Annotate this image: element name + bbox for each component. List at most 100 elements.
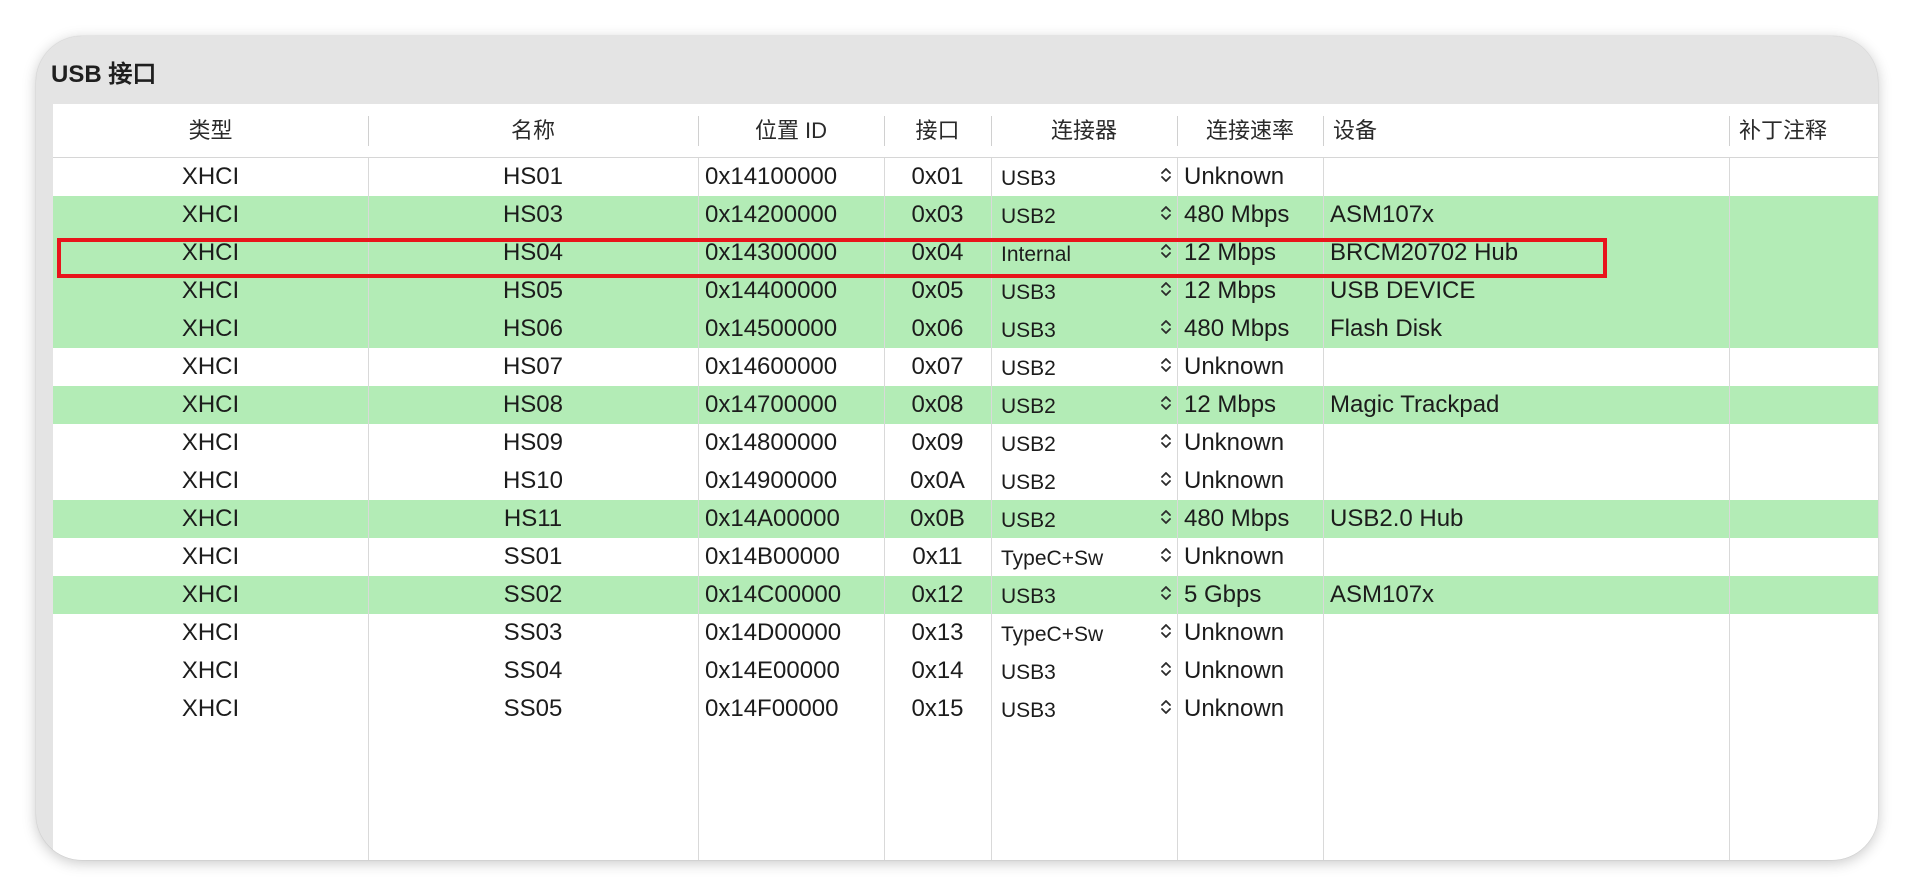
cell-name: HS01 xyxy=(502,163,564,190)
cell-location-id: 0x14500000 xyxy=(705,315,838,342)
cell-port: 0x14 xyxy=(911,657,964,684)
column-separator[interactable] xyxy=(1729,116,1730,146)
table-row[interactable]: XHCI HS07 0x14600000 0x07 USB2 Unknown xyxy=(53,348,1878,386)
connector-stepper-icon[interactable] xyxy=(1156,424,1176,462)
cell-location-id: 0x14D00000 xyxy=(705,619,842,646)
table-header: 类型 名称 位置 ID 接口 连接器 连接速率 设备 补丁注释 xyxy=(53,104,1878,158)
cell-connector[interactable]: USB2 xyxy=(991,424,1163,462)
connector-stepper-icon[interactable] xyxy=(1156,158,1176,196)
table-row[interactable]: XHCI HS09 0x14800000 0x09 USB2 Unknown xyxy=(53,424,1878,462)
cell-connector[interactable]: USB3 xyxy=(991,310,1163,348)
cell-comment[interactable] xyxy=(1729,310,1878,348)
cell-location-id: 0x14200000 xyxy=(705,201,838,228)
cell-type: XHCI xyxy=(181,543,240,570)
connector-stepper-icon[interactable] xyxy=(1156,386,1176,424)
connector-stepper-icon[interactable] xyxy=(1156,690,1176,728)
table-row[interactable]: XHCI SS02 0x14C00000 0x12 USB3 5 Gbps ASM107x xyxy=(53,576,1878,614)
cell-device: Magic Trackpad xyxy=(1330,391,1500,418)
cell-speed: 12 Mbps xyxy=(1184,391,1277,418)
table-row[interactable]: XHCI HS06 0x14500000 0x06 USB3 480 Mbps Flash … xyxy=(53,310,1878,348)
column-header-location-id[interactable]: 位置 ID xyxy=(698,104,884,157)
cell-comment[interactable] xyxy=(1729,652,1878,690)
cell-comment[interactable] xyxy=(1729,272,1878,310)
table-row[interactable]: XHCI HS10 0x14900000 0x0A USB2 Unknown xyxy=(53,462,1878,500)
connector-stepper-icon[interactable] xyxy=(1156,614,1176,652)
column-separator[interactable] xyxy=(1323,116,1324,146)
connector-stepper-icon[interactable] xyxy=(1156,462,1176,500)
cell-comment[interactable] xyxy=(1729,462,1878,500)
connector-stepper-icon[interactable] xyxy=(1156,538,1176,576)
cell-port: 0x08 xyxy=(911,391,964,418)
cell-speed: Unknown xyxy=(1184,429,1285,456)
usb-ports-table[interactable]: 类型 名称 位置 ID 接口 连接器 连接速率 设备 补丁注释 XHCI HS01 0x14100… xyxy=(53,104,1878,860)
cell-type: XHCI xyxy=(181,315,240,342)
connector-stepper-icon[interactable] xyxy=(1156,652,1176,690)
cell-connector[interactable]: TypeC+Sw xyxy=(991,614,1163,652)
table-row[interactable]: XHCI HS01 0x14100000 0x01 USB3 Unknown xyxy=(53,158,1878,196)
cell-speed: Unknown xyxy=(1184,163,1285,190)
cell-device xyxy=(1323,462,1729,500)
cell-name: SS04 xyxy=(503,657,563,684)
column-header-speed[interactable]: 连接速率 xyxy=(1177,104,1323,157)
column-separator[interactable] xyxy=(991,116,992,146)
cell-location-id: 0x14900000 xyxy=(705,467,838,494)
cell-comment[interactable] xyxy=(1729,234,1878,272)
cell-port: 0x03 xyxy=(911,201,964,228)
table-row[interactable]: XHCI SS04 0x14E00000 0x14 USB3 Unknown xyxy=(53,652,1878,690)
cell-comment[interactable] xyxy=(1729,348,1878,386)
cell-location-id: 0x14600000 xyxy=(705,353,838,380)
cell-connector[interactable]: TypeC+Sw xyxy=(991,538,1163,576)
cell-port: 0x0A xyxy=(910,467,965,494)
cell-connector[interactable]: USB2 xyxy=(991,500,1163,538)
cell-speed: Unknown xyxy=(1184,543,1285,570)
column-header-connector[interactable]: 连接器 xyxy=(991,104,1177,157)
cell-connector[interactable]: USB2 xyxy=(991,348,1163,386)
cell-connector[interactable]: USB3 xyxy=(991,158,1163,196)
cell-comment[interactable] xyxy=(1729,690,1878,728)
table-row[interactable]: XHCI HS03 0x14200000 0x03 USB2 480 Mbps ASM107… xyxy=(53,196,1878,234)
cell-speed: Unknown xyxy=(1184,695,1285,722)
connector-stepper-icon[interactable] xyxy=(1156,348,1176,386)
cell-device: USB2.0 Hub xyxy=(1330,505,1464,532)
table-row[interactable]: XHCI SS05 0x14F00000 0x15 USB3 Unknown xyxy=(53,690,1878,728)
cell-device xyxy=(1323,614,1729,652)
column-separator[interactable] xyxy=(698,116,699,146)
connector-stepper-icon[interactable] xyxy=(1156,196,1176,234)
cell-comment[interactable] xyxy=(1729,538,1878,576)
cell-comment[interactable] xyxy=(1729,500,1878,538)
column-separator[interactable] xyxy=(884,116,885,146)
column-header-type[interactable]: 类型 xyxy=(53,104,368,157)
connector-stepper-icon[interactable] xyxy=(1156,576,1176,614)
column-header-device[interactable]: 设备 xyxy=(1323,104,1729,157)
table-row[interactable]: XHCI HS11 0x14A00000 0x0B USB2 480 Mbps USB2.0… xyxy=(53,500,1878,538)
cell-name: SS01 xyxy=(503,543,563,570)
connector-stepper-icon[interactable] xyxy=(1156,500,1176,538)
cell-comment[interactable] xyxy=(1729,158,1878,196)
table-row[interactable]: XHCI SS03 0x14D00000 0x13 TypeC+Sw Unknown xyxy=(53,614,1878,652)
column-header-name[interactable]: 名称 xyxy=(368,104,698,157)
column-separator[interactable] xyxy=(1177,116,1178,146)
cell-connector[interactable]: USB2 xyxy=(991,462,1163,500)
cell-location-id: 0x14A00000 xyxy=(705,505,840,532)
cell-speed: Unknown xyxy=(1184,467,1285,494)
cell-type: XHCI xyxy=(181,619,240,646)
table-row[interactable]: XHCI HS08 0x14700000 0x08 USB2 12 Mbps Magic T… xyxy=(53,386,1878,424)
cell-comment[interactable] xyxy=(1729,386,1878,424)
connector-stepper-icon[interactable] xyxy=(1156,310,1176,348)
cell-speed: 5 Gbps xyxy=(1184,581,1262,608)
cell-connector[interactable]: USB3 xyxy=(991,652,1163,690)
cell-comment[interactable] xyxy=(1729,424,1878,462)
cell-comment[interactable] xyxy=(1729,196,1878,234)
cell-connector[interactable]: USB3 xyxy=(991,576,1163,614)
cell-port: 0x07 xyxy=(911,353,964,380)
cell-connector[interactable]: USB3 xyxy=(991,690,1163,728)
column-separator[interactable] xyxy=(368,116,369,146)
column-header-port[interactable]: 接口 xyxy=(884,104,991,157)
cell-connector[interactable]: USB2 xyxy=(991,196,1163,234)
table-row[interactable]: XHCI SS01 0x14B00000 0x11 TypeC+Sw Unknown xyxy=(53,538,1878,576)
cell-comment[interactable] xyxy=(1729,614,1878,652)
cell-comment[interactable] xyxy=(1729,576,1878,614)
cell-port: 0x0B xyxy=(910,505,965,532)
column-header-comment[interactable]: 补丁注释 xyxy=(1729,104,1878,157)
cell-connector[interactable]: USB2 xyxy=(991,386,1163,424)
